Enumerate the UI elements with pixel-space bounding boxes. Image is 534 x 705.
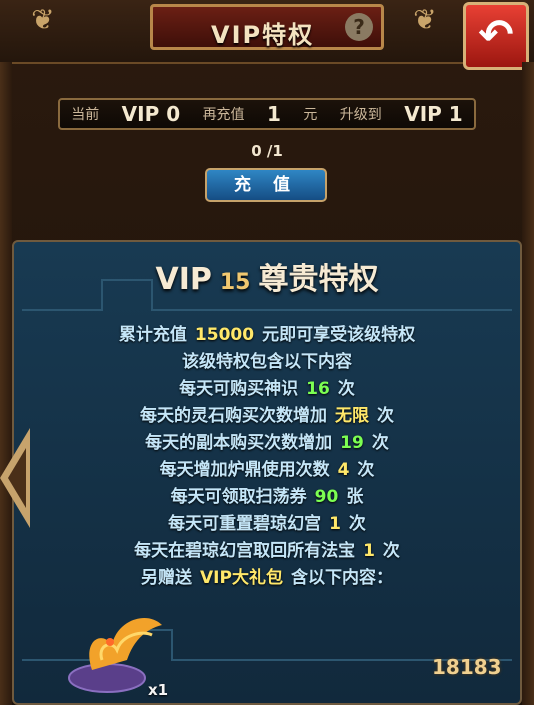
privilege-text: 每天的副本购买次数增加: [145, 433, 333, 453]
title-plate: VIP特权 ?: [150, 4, 384, 50]
privilege-value: 1: [329, 514, 341, 534]
privilege-line: 累计充值 15000 元即可享受该级特权: [0, 322, 534, 349]
vip-status-bar: 当前 VIP 0 再充值 1 元 升级到 VIP 1: [58, 98, 476, 130]
privilege-suffix: 次: [348, 514, 366, 534]
next-vip-level: VIP 1: [404, 102, 463, 126]
privilege-suffix: 次: [382, 541, 400, 561]
privilege-value: 无限: [335, 406, 369, 426]
ornament-right-icon: ❦: [413, 3, 437, 36]
privilege-suffix: 次: [357, 460, 375, 480]
privilege-text: 每天可领取扫荡券: [170, 487, 307, 507]
privilege-line: 每天可重置碧琼幻宫 1 次: [0, 511, 534, 538]
privilege-text: 该级特权包含以下内容: [182, 352, 352, 372]
privilege-suffix: 元即可享受该级特权: [262, 325, 416, 345]
upgrade-label: 升级到: [339, 107, 382, 123]
recharge-amount: 1: [267, 102, 281, 126]
privilege-suffix: 次: [371, 433, 389, 453]
privilege-suffix: 次: [337, 379, 355, 399]
privilege-text: 另赠送: [141, 568, 193, 588]
heading-level: 15: [219, 270, 251, 295]
privilege-suffix: 张: [346, 487, 364, 507]
privilege-value: 90: [314, 487, 339, 507]
privilege-list: 累计充值 15000 元即可享受该级特权 该级特权包含以下内容 每天可购买神识 16 次每天…: [0, 322, 534, 592]
privilege-suffix: 含以下内容：: [290, 568, 393, 588]
privilege-value: 15000: [194, 325, 255, 345]
privilege-suffix: 次: [377, 406, 394, 426]
privilege-line: 每天的副本购买次数增加 19 次: [0, 430, 534, 457]
watermark-logo: 18183: [432, 655, 502, 679]
current-label: 当前: [71, 107, 100, 123]
question-icon[interactable]: ?: [345, 13, 373, 41]
privilege-line: 每天增加炉鼎使用次数 4 次: [0, 457, 534, 484]
reward-quantity: x1: [148, 681, 169, 699]
privilege-text: 每天可购买神识: [179, 379, 299, 399]
privilege-value: 16: [306, 379, 330, 399]
privilege-value: 1: [363, 541, 375, 561]
back-arrow-icon: ↶: [478, 10, 514, 59]
page-title: VIP特权: [211, 21, 315, 49]
current-vip-level: VIP 0: [121, 102, 181, 126]
recharge-label: 再充值: [202, 107, 245, 123]
ornament-left-icon: ❦: [31, 3, 55, 36]
heading-vip: VIP: [155, 262, 212, 297]
panel-heading: VIP 15 尊贵特权: [0, 254, 534, 298]
privilege-text: 累计充值: [118, 325, 187, 345]
privilege-line: 每天的灵石购买次数增加 无限次: [0, 403, 534, 430]
privilege-line: 另赠送 VIP大礼包 含以下内容：: [0, 565, 534, 592]
recharge-progress: 0 /1: [251, 142, 283, 160]
privilege-line: 每天在碧琼幻宫取回所有法宝 1 次: [0, 538, 534, 565]
privilege-value: VIP大礼包: [200, 568, 283, 588]
unit-label: 元: [303, 107, 318, 123]
privilege-text: 每天增加炉鼎使用次数: [159, 460, 330, 480]
heading-title: 尊贵特权: [258, 262, 379, 297]
privilege-line: 每天可购买神识 16 次: [0, 376, 534, 403]
back-button[interactable]: ↶: [463, 2, 529, 70]
privilege-value: 19: [340, 433, 364, 453]
prev-page-arrow-inner: [8, 448, 26, 508]
privilege-text: 每天可重置碧琼幻宫: [168, 514, 322, 534]
privilege-text: 每天的灵石购买次数增加: [140, 406, 327, 426]
privilege-text: 每天在碧琼幻宫取回所有法宝: [134, 541, 356, 561]
privilege-line: 每天可领取扫荡券 90 张: [0, 484, 534, 511]
recharge-button[interactable]: 充 值: [205, 168, 327, 202]
privilege-line: 该级特权包含以下内容: [0, 349, 534, 376]
privilege-value: 4: [337, 460, 350, 480]
